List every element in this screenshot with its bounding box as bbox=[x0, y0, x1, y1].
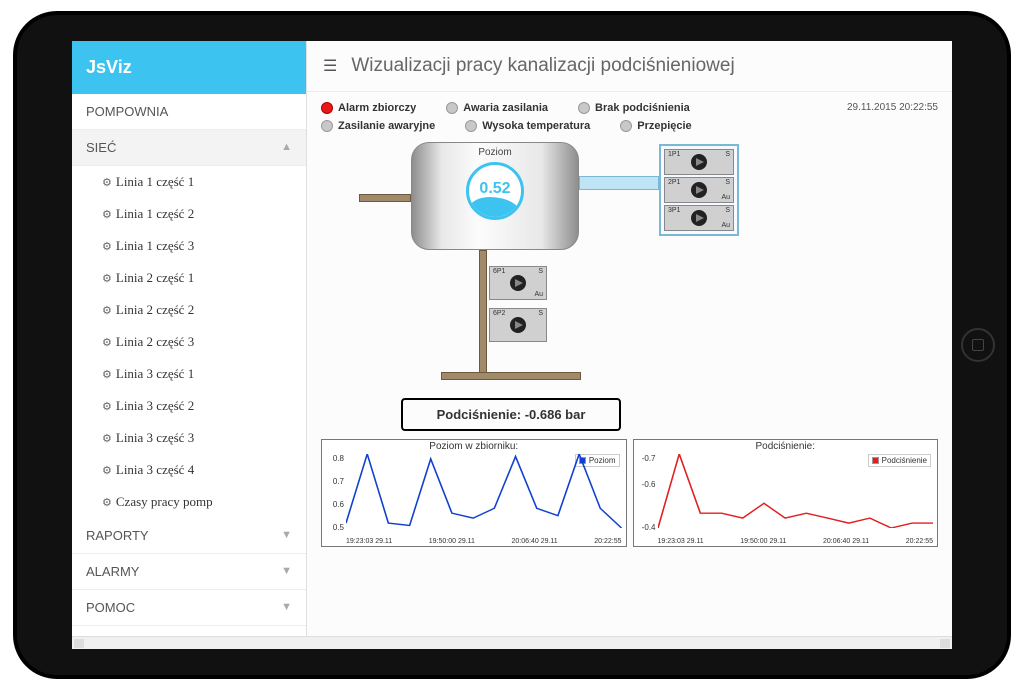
nav-item[interactable]: ⚙Linia 3 część 2 bbox=[72, 390, 306, 422]
nav-section-raporty[interactable]: RAPORTY▼ bbox=[72, 518, 306, 554]
nav-section-pompownia[interactable]: POMPOWNIA bbox=[72, 94, 306, 130]
tank: Poziom 0.52 bbox=[411, 142, 579, 250]
chart-vacuum-title: Podciśnienie: bbox=[634, 440, 938, 453]
pump[interactable]: 6P2S bbox=[489, 308, 547, 342]
alarm-indicator: Wysoka temperatura bbox=[465, 120, 590, 132]
timestamp: 29.11.2015 20:22:55 bbox=[847, 102, 938, 113]
tablet-home-button[interactable] bbox=[961, 328, 995, 362]
nav-item[interactable]: ⚙Linia 1 część 3 bbox=[72, 230, 306, 262]
nav-item[interactable]: ⚙Linia 2 część 2 bbox=[72, 294, 306, 326]
nav-item[interactable]: ⚙Linia 3 część 3 bbox=[72, 422, 306, 454]
nav-item[interactable]: ⚙Linia 2 część 1 bbox=[72, 262, 306, 294]
chart-vacuum-yaxis: -0.7-0.6-0.4 bbox=[636, 454, 656, 532]
nav-section-pomoc[interactable]: POMOC▼ bbox=[72, 590, 306, 626]
alarm-label: Brak podciśnienia bbox=[595, 102, 690, 114]
cog-icon: ⚙ bbox=[102, 305, 112, 317]
pipe-to-rack bbox=[579, 176, 659, 190]
status-dot bbox=[446, 102, 458, 114]
screen: JsViz POMPOWNIASIEĆ▲⚙Linia 1 część 1⚙Lin… bbox=[72, 41, 952, 649]
pump[interactable]: 2P1SAu bbox=[664, 177, 734, 203]
nav-item[interactable]: ⚙Linia 2 część 3 bbox=[72, 326, 306, 358]
level-gauge: 0.52 bbox=[466, 162, 524, 220]
cog-icon: ⚙ bbox=[102, 497, 112, 509]
pump[interactable]: 6P1SAu bbox=[489, 266, 547, 300]
cog-icon: ⚙ bbox=[102, 401, 112, 413]
status-dot bbox=[465, 120, 477, 132]
cog-icon: ⚙ bbox=[102, 465, 112, 477]
cog-icon: ⚙ bbox=[102, 209, 112, 221]
diagram: Poziom 0.52 1P1S2P1SAu3P1SAu 6P1SAu 6P2S bbox=[321, 142, 938, 392]
content: Alarm zbiorczy Awaria zasilania Brak podci… bbox=[307, 92, 952, 636]
page-title: Wizualizacji pracy kanalizacji podciśnie… bbox=[351, 55, 734, 77]
alarm-label: Przepięcie bbox=[637, 120, 691, 132]
chart-vacuum-xaxis: 19:23:03 29.1119:50:00 29.1120:06:40 29.… bbox=[658, 538, 934, 545]
alarm-row-1: Alarm zbiorczy Awaria zasilania Brak podci… bbox=[321, 102, 938, 114]
app: JsViz POMPOWNIASIEĆ▲⚙Linia 1 część 1⚙Lin… bbox=[72, 41, 952, 636]
nav-item[interactable]: ⚙Linia 1 część 1 bbox=[72, 166, 306, 198]
chart-level: Poziom w zbiorniku: Poziom 0.80.70.60.5 … bbox=[321, 439, 627, 547]
main: ☰ Wizualizacji pracy kanalizacji podciśn… bbox=[307, 41, 952, 636]
pump[interactable]: 1P1S bbox=[664, 149, 734, 175]
sidebar: JsViz POMPOWNIASIEĆ▲⚙Linia 1 część 1⚙Lin… bbox=[72, 41, 307, 636]
alarm-label: Wysoka temperatura bbox=[482, 120, 590, 132]
alarm-indicator: Zasilanie awaryjne bbox=[321, 120, 435, 132]
menu-icon[interactable]: ☰ bbox=[323, 56, 337, 76]
nav: POMPOWNIASIEĆ▲⚙Linia 1 część 1⚙Linia 1 c… bbox=[72, 94, 306, 626]
gauge-value: 0.52 bbox=[479, 180, 510, 198]
alarm-label: Zasilanie awaryjne bbox=[338, 120, 435, 132]
horizontal-scrollbar[interactable] bbox=[72, 636, 952, 649]
alarm-row-2: Zasilanie awaryjne Wysoka temperatura Prze… bbox=[321, 120, 938, 132]
nav-item[interactable]: ⚙Linia 3 część 4 bbox=[72, 454, 306, 486]
chart-level-xaxis: 19:23:03 29.1119:50:00 29.1120:06:40 29.… bbox=[346, 538, 622, 545]
status-dot bbox=[321, 120, 333, 132]
chart-level-yaxis: 0.80.70.60.5 bbox=[324, 454, 344, 532]
alarm-indicator: Alarm zbiorczy bbox=[321, 102, 416, 114]
chart-level-plot bbox=[346, 454, 622, 528]
cog-icon: ⚙ bbox=[102, 241, 112, 253]
pump-rack-right: 1P1S2P1SAu3P1SAu bbox=[659, 144, 739, 236]
alarm-label: Awaria zasilania bbox=[463, 102, 548, 114]
cog-icon: ⚙ bbox=[102, 433, 112, 445]
chart-vacuum-plot bbox=[658, 454, 934, 528]
status-dot bbox=[620, 120, 632, 132]
pipe-down bbox=[479, 250, 487, 380]
pump[interactable]: 3P1SAu bbox=[664, 205, 734, 231]
nav-item[interactable]: ⚙Czasy pracy pomp bbox=[72, 486, 306, 518]
alarm-indicator: Przepięcie bbox=[620, 120, 691, 132]
status-dot bbox=[321, 102, 333, 114]
nav-section-sieć[interactable]: SIEĆ▲ bbox=[72, 130, 306, 166]
cog-icon: ⚙ bbox=[102, 273, 112, 285]
chart-level-title: Poziom w zbiorniku: bbox=[322, 440, 626, 453]
cog-icon: ⚙ bbox=[102, 337, 112, 349]
alarm-label: Alarm zbiorczy bbox=[338, 102, 416, 114]
nav-item[interactable]: ⚙Linia 3 część 1 bbox=[72, 358, 306, 390]
gauge-fill bbox=[469, 197, 521, 217]
status-dot bbox=[578, 102, 590, 114]
cog-icon: ⚙ bbox=[102, 177, 112, 189]
pressure-readout: Podciśnienie: -0.686 bar bbox=[401, 398, 621, 431]
tank-label: Poziom bbox=[478, 147, 511, 158]
pipe-bottom bbox=[441, 372, 581, 380]
topbar: ☰ Wizualizacji pracy kanalizacji podciśn… bbox=[307, 41, 952, 92]
nav-item[interactable]: ⚙Linia 1 część 2 bbox=[72, 198, 306, 230]
charts: Poziom w zbiorniku: Poziom 0.80.70.60.5 … bbox=[321, 439, 938, 547]
cog-icon: ⚙ bbox=[102, 369, 112, 381]
nav-section-alarmy[interactable]: ALARMY▼ bbox=[72, 554, 306, 590]
brand: JsViz bbox=[72, 41, 306, 94]
tablet-frame: JsViz POMPOWNIASIEĆ▲⚙Linia 1 część 1⚙Lin… bbox=[17, 15, 1007, 675]
pipe-inlet bbox=[359, 194, 411, 202]
alarm-indicator: Awaria zasilania bbox=[446, 102, 548, 114]
pump-stack-bottom: 6P1SAu 6P2S bbox=[489, 266, 547, 342]
chart-vacuum: Podciśnienie: Podciśnienie -0.7-0.6-0.4 … bbox=[633, 439, 939, 547]
alarm-indicator: Brak podciśnienia bbox=[578, 102, 690, 114]
